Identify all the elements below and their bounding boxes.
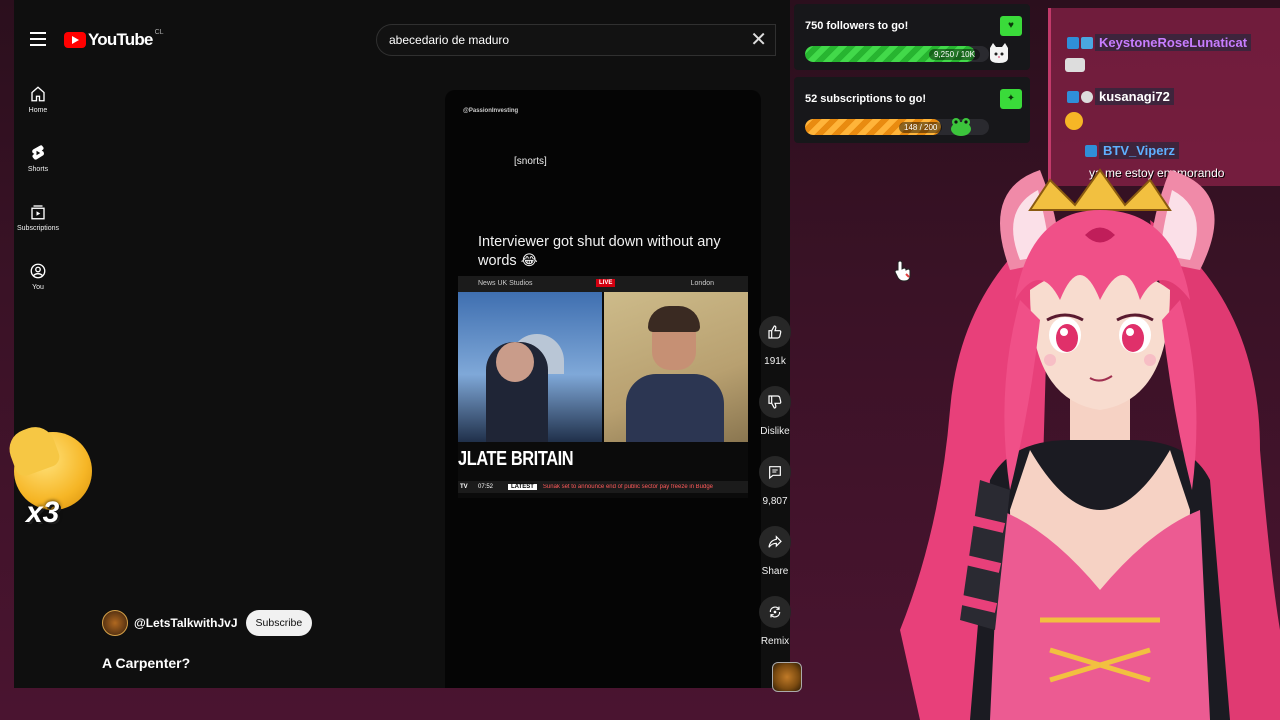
guide-label: Shorts	[27, 165, 49, 173]
interviewer-pane	[458, 292, 602, 442]
news-location: London	[690, 280, 714, 287]
guide-label: You	[32, 283, 44, 291]
goal-progress: 9,250 / 10K	[805, 46, 989, 62]
share-label: Share	[761, 566, 789, 577]
goal-title: 750 followers to go!	[805, 20, 909, 32]
youtube-wordmark: YouTube	[88, 30, 153, 49]
menu-icon[interactable]	[30, 32, 46, 46]
chat-message: kusanagi72	[1067, 88, 1174, 105]
share-action: Share	[752, 526, 798, 577]
remix-label: Remix	[760, 636, 790, 647]
remix-action: Remix	[752, 596, 798, 647]
video-title[interactable]: A Carpenter?	[102, 655, 190, 671]
news-headline: JLATE BRITAIN	[458, 448, 574, 470]
guest-pane	[604, 292, 748, 442]
goal-count: 9,250 / 10K	[929, 49, 980, 60]
subscribe-button[interactable]: Subscribe	[245, 610, 313, 636]
subscriber-badge-icon	[1067, 90, 1079, 103]
guide-label: Subscriptions	[16, 224, 60, 232]
share-button[interactable]	[759, 526, 791, 558]
ticker-news: Sunak set to announce end of public sect…	[542, 484, 714, 490]
live-badge: LIVE	[596, 279, 616, 287]
remix-icon	[769, 606, 781, 618]
subscriber-badge-icon	[1067, 36, 1079, 49]
guide-sidebar: Home Shorts Subscriptions You	[14, 70, 62, 306]
share-icon	[768, 535, 782, 548]
short-player[interactable]: @PassionInvesting [snorts] Interviewer g…	[445, 90, 761, 688]
comment-action: 9,807	[752, 456, 798, 507]
stream-canvas: YouTube CL ✕ Home Shorts Subscriptions	[0, 0, 1280, 720]
subscriptions-icon	[31, 204, 45, 219]
guide-item-subscriptions[interactable]: Subscriptions	[14, 188, 62, 246]
like-count: 191k	[764, 356, 786, 367]
like-action: 191k	[752, 316, 798, 367]
news-clip: News UK Studios LIVE London JLATE BRITAI…	[458, 276, 748, 498]
comment-button[interactable]	[759, 456, 791, 488]
dislike-label: Dislike	[760, 426, 790, 437]
cat-badge-icon	[1081, 90, 1093, 103]
dislike-action: Dislike	[752, 386, 798, 437]
vtuber-avatar	[900, 168, 1280, 720]
followers-goal: 750 followers to go! ♥ 9,250 / 10K	[794, 4, 1030, 70]
video-watermark: @PassionInvesting	[463, 108, 519, 114]
masthead: YouTube CL ✕	[14, 0, 790, 80]
channel-handle[interactable]: @LetsTalkwithJvJ	[134, 616, 238, 630]
dislike-button[interactable]	[759, 386, 791, 418]
like-icon	[768, 325, 782, 339]
search-input[interactable]	[389, 33, 729, 47]
subscriptions-goal: 52 subscriptions to go! ✦ 148 / 200	[794, 77, 1030, 143]
like-button[interactable]	[759, 316, 791, 348]
heart-icon: ♥	[1000, 16, 1022, 36]
youtube-window: YouTube CL ✕ Home Shorts Subscriptions	[14, 0, 790, 688]
video-caption: Interviewer got shut down without any wo…	[478, 234, 721, 269]
emoji-reaction-overlay: x3	[3, 421, 100, 538]
you-icon	[30, 263, 46, 278]
country-code: CL	[154, 28, 164, 36]
emote-icon	[1065, 58, 1085, 72]
partner-badge-icon	[1081, 36, 1093, 49]
news-topbar: News UK Studios LIVE London	[458, 276, 748, 292]
video-subtitle: [snorts]	[514, 156, 547, 167]
ticker-channel: TV	[460, 484, 468, 490]
goal-count: 148 / 200	[899, 122, 943, 133]
chat-username: kusanagi72	[1095, 88, 1174, 105]
news-studio: News UK Studios	[478, 280, 533, 287]
guide-item-shorts[interactable]: Shorts	[14, 129, 62, 187]
laughing-emoji-icon	[1065, 112, 1083, 130]
news-ticker: TV 07:52 LATEST Sunak set to announce en…	[458, 481, 748, 493]
emoji-multiplier: x3	[26, 496, 60, 529]
channel-info: @LetsTalkwithJvJ Subscribe	[102, 610, 313, 636]
ticker-time: 07:52	[478, 484, 494, 490]
guide-item-home[interactable]: Home	[14, 70, 62, 128]
channel-avatar-small[interactable]	[772, 662, 802, 692]
channel-avatar[interactable]	[102, 610, 128, 636]
goal-title: 52 subscriptions to go!	[805, 93, 927, 105]
dislike-icon	[768, 395, 782, 409]
star-icon: ✦	[1000, 89, 1022, 109]
search-box: ✕	[376, 24, 776, 56]
clear-search-icon[interactable]: ✕	[750, 29, 767, 51]
youtube-logo[interactable]: YouTube CL	[64, 28, 164, 50]
ticker-latest: LATEST	[508, 484, 537, 490]
shorts-icon	[32, 144, 44, 160]
comment-count: 9,807	[762, 496, 788, 507]
cat-mascot-icon	[990, 43, 1008, 63]
frog-mascot-icon	[951, 118, 971, 136]
chat-username: KeystoneRoseLunaticat	[1095, 34, 1252, 51]
home-icon	[31, 85, 45, 101]
guide-label: Home	[28, 106, 48, 114]
youtube-play-icon	[64, 32, 86, 48]
comment-icon	[769, 466, 781, 480]
chat-message: KeystoneRoseLunaticat	[1067, 34, 1252, 51]
guide-item-you[interactable]: You	[14, 247, 62, 305]
remix-button[interactable]	[759, 596, 791, 628]
